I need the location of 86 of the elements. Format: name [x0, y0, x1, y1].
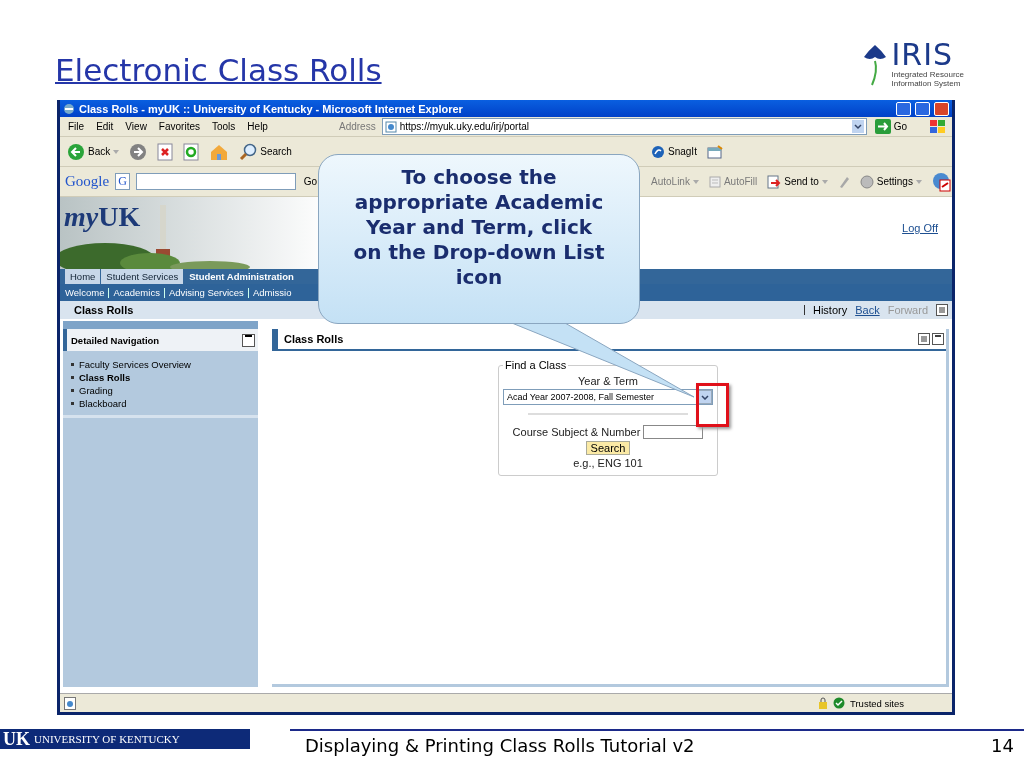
menu-item[interactable]: Tools: [209, 121, 239, 132]
ie-page-icon: [64, 696, 76, 710]
close-button[interactable]: [934, 101, 949, 116]
go-arrow-icon: [874, 119, 891, 134]
address-label: Address: [339, 121, 376, 132]
security-zone: Trusted sites: [850, 697, 905, 709]
callout-text: To choose the appropriate Academic Year and Term, click on the Drop-down List icon: [352, 165, 606, 290]
page-number: 14: [991, 735, 1014, 756]
back-button[interactable]: Back: [65, 142, 122, 161]
log-off-link[interactable]: Log Off: [902, 222, 938, 234]
menu-item[interactable]: Help: [244, 121, 271, 132]
ie-icon: [63, 102, 75, 115]
window-title: Class Rolls - myUK :: University of Kentucky - Microsoft Internet Explorer: [79, 102, 464, 115]
content-title: Class Rolls: [284, 333, 344, 345]
settings-button[interactable]: Settings: [857, 174, 924, 189]
refresh-button[interactable]: [181, 142, 202, 161]
subnav-link[interactable]: Academics: [113, 287, 160, 298]
page-title: Class Rolls: [74, 304, 135, 316]
myuk-logo: myUK: [64, 201, 141, 233]
panel-legend: Find a Class: [503, 359, 569, 371]
house-icon: [209, 142, 230, 161]
nav-item[interactable]: Faculty Services Overview: [71, 359, 250, 370]
options-menu-icon[interactable]: [918, 333, 944, 345]
slide-title: Electronic Class Rolls: [55, 52, 382, 90]
nav-tab[interactable]: Student Services: [101, 269, 184, 284]
logo-name: IRIS: [891, 39, 955, 70]
address-text: https://myuk.uky.edu/irj/portal: [399, 121, 530, 132]
back-link[interactable]: Back: [855, 304, 880, 316]
window-capture-icon: [706, 144, 723, 159]
minus-icon: [245, 334, 252, 337]
caret-icon: [692, 179, 699, 184]
stop-button[interactable]: [155, 142, 176, 161]
menu-item[interactable]: File: [65, 121, 88, 132]
form-icon: [708, 175, 721, 188]
nav-heading: Detailed Navigation: [71, 334, 160, 346]
sendto-button[interactable]: Send to: [765, 174, 830, 189]
options-menu-icon[interactable]: [936, 304, 948, 316]
logo-subtitle: Information System: [891, 78, 962, 88]
page-icon: [384, 120, 397, 133]
stop-icon: [157, 142, 174, 161]
refresh-icon: [183, 142, 200, 161]
menu-item[interactable]: View: [122, 121, 150, 132]
round-knob-icon: [859, 174, 874, 189]
course-label: Course Subject & Number: [512, 426, 641, 438]
subnav-link[interactable]: Advising Services: [168, 287, 244, 298]
lock-icon: [818, 697, 828, 709]
logo-text: UNIVERSITY OF KENTUCKY: [34, 733, 180, 745]
nav-tab[interactable]: Home: [65, 269, 101, 284]
chevron-down-icon: [701, 394, 709, 400]
google-go-button[interactable]: Go: [301, 176, 320, 187]
footer-title: Displaying & Printing Class Rolls Tutorial v2: [305, 735, 695, 756]
restore-button[interactable]: [915, 101, 930, 116]
history-menu[interactable]: History: [812, 304, 848, 316]
logo-subtitle: Integrated Resource: [891, 69, 964, 79]
year-term-select[interactable]: Acad Year 2007-2008, Fall Semester: [503, 389, 713, 405]
dropdown-icon[interactable]: [851, 120, 864, 133]
pencil-icon: [837, 174, 850, 189]
course-input[interactable]: [643, 425, 704, 439]
nav-item[interactable]: Class Rolls: [71, 372, 250, 383]
logo-mark: UK: [3, 728, 30, 750]
menu-item[interactable]: Edit: [93, 121, 117, 132]
search-button[interactable]: Search: [585, 441, 631, 455]
google-menu-button[interactable]: G: [115, 173, 130, 190]
caret-icon: [915, 179, 922, 184]
subnav-link[interactable]: Admissio: [252, 287, 292, 298]
swirl-icon: [651, 144, 665, 159]
address-field[interactable]: https://myuk.uky.edu/irj/portal: [381, 118, 867, 135]
year-term-label: Year & Term: [578, 375, 638, 387]
menu-item[interactable]: Favorites: [155, 121, 203, 132]
subnav-link[interactable]: Welcome: [65, 287, 105, 298]
nav-item[interactable]: Blackboard: [71, 398, 250, 409]
google-search-field[interactable]: [135, 173, 296, 190]
nav-item[interactable]: Grading: [71, 385, 250, 396]
windows-flag-icon: [929, 118, 947, 135]
go-button[interactable]: Go: [872, 119, 909, 134]
search-icon: [239, 142, 258, 161]
search-button[interactable]: Search: [237, 142, 294, 161]
pdf-globe-icon: [931, 171, 952, 192]
caret-icon: [821, 179, 828, 184]
google-logo: Google: [65, 173, 110, 190]
minimize-button[interactable]: [242, 333, 255, 347]
example-hint: e.g., ENG 101: [573, 457, 643, 469]
caret-icon: [113, 149, 120, 154]
check-icon: [833, 697, 845, 709]
capture-button[interactable]: [704, 144, 725, 159]
snagit-button[interactable]: SnagIt: [649, 144, 699, 159]
